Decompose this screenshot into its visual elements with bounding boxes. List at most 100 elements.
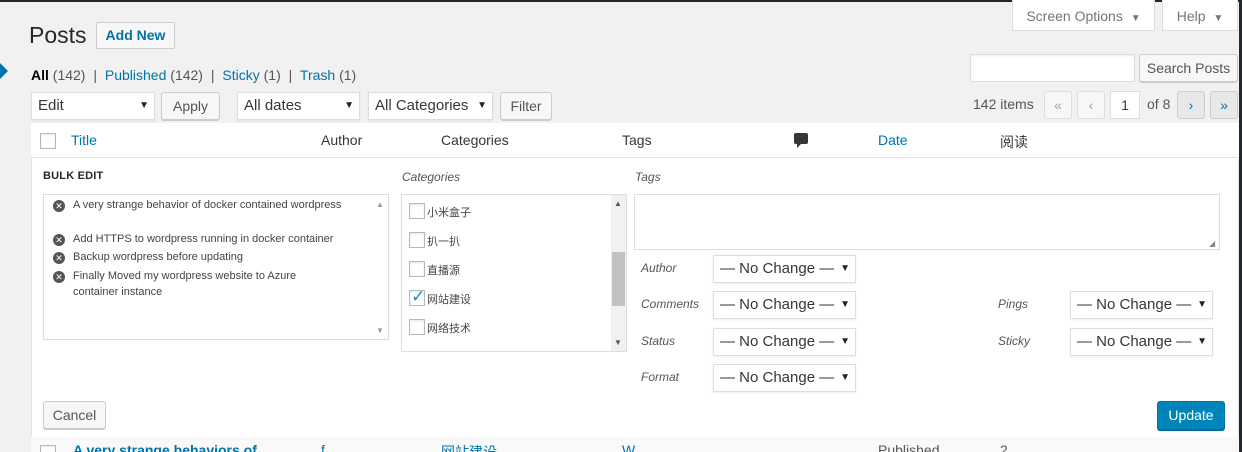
author-select-value: — No Change — (720, 260, 835, 277)
next-page-button[interactable]: › (1177, 91, 1205, 119)
view-sticky-link[interactable]: Sticky (222, 67, 259, 83)
row-tags[interactable]: W (622, 442, 635, 452)
post-status-filters: All (142) | Published (142) | Sticky (1)… (31, 67, 356, 83)
dropdown-arrow-icon: ▼ (840, 336, 850, 347)
bulk-action-value: Edit (38, 97, 64, 114)
dropdown-arrow-icon: ▼ (840, 299, 850, 310)
tags-textarea[interactable] (634, 194, 1220, 250)
scroll-down-icon[interactable]: ▼ (376, 326, 384, 335)
status-select-value: — No Change — (720, 333, 835, 350)
select-all-checkbox[interactable] (40, 133, 56, 149)
bulk-action-select[interactable]: Edit ▼ (31, 92, 155, 120)
total-pages: of 8 (1147, 96, 1171, 112)
scroll-up-icon[interactable]: ▲ (614, 199, 622, 208)
comments-select[interactable]: — No Change — ▼ (713, 291, 856, 319)
category-label: 小米盒子 (427, 207, 471, 219)
category-label: 直播源 (427, 265, 460, 277)
view-sticky-count: (1) (263, 67, 281, 83)
dropdown-arrow-icon: ▼ (477, 100, 487, 111)
view-published-link[interactable]: Published (105, 67, 167, 83)
help-label: Help (1176, 8, 1206, 24)
tags-label: Tags (635, 170, 661, 184)
format-label: Format (641, 370, 680, 384)
table-row: A very strange behaviors of f 网站建设 W Pub… (31, 437, 1239, 452)
remove-icon[interactable]: ✕ (53, 252, 65, 264)
row-date: Published (878, 442, 940, 452)
screen-options-tab[interactable]: Screen Options ▼ (1012, 0, 1155, 31)
bulk-titles-list: ✕ A very strange behavior of docker cont… (43, 194, 389, 340)
column-author: Author (321, 132, 363, 148)
row-author[interactable]: f (321, 442, 325, 452)
category-label: 网络技术 (427, 323, 471, 335)
date-filter-value: All dates (244, 97, 302, 114)
remove-icon[interactable]: ✕ (53, 234, 65, 246)
last-page-button[interactable]: » (1210, 91, 1238, 119)
pings-label: Pings (998, 297, 1029, 311)
author-label: Author (641, 261, 677, 275)
bulk-title-text: Add HTTPS to wordpress running in docker… (73, 233, 334, 245)
comments-icon[interactable] (794, 133, 808, 148)
bulk-title-item: ✕ Backup wordpress before updating (53, 249, 343, 265)
pings-select[interactable]: — No Change — ▼ (1070, 291, 1213, 319)
bulk-title-text: Finally Moved my wordpress website to Az… (73, 270, 297, 298)
column-title[interactable]: Title (71, 132, 97, 148)
dropdown-arrow-icon: ▼ (1197, 336, 1207, 347)
dropdown-arrow-icon: ▼ (1197, 299, 1207, 310)
column-date[interactable]: Date (878, 132, 908, 148)
filter-button[interactable]: Filter (500, 92, 552, 120)
remove-icon[interactable]: ✕ (53, 271, 65, 283)
row-checkbox[interactable] (40, 445, 56, 452)
sticky-select[interactable]: — No Change — ▼ (1070, 328, 1213, 356)
bulk-title-item: ✕ Finally Moved my wordpress website to … (53, 268, 343, 300)
status-label: Status (641, 334, 676, 348)
remove-icon[interactable]: ✕ (53, 200, 65, 212)
screen-options-label: Screen Options (1026, 8, 1123, 24)
apply-button[interactable]: Apply (161, 92, 220, 120)
category-checkbox[interactable] (409, 261, 425, 277)
search-posts-button[interactable]: Search Posts (1139, 54, 1238, 82)
caret-down-icon: ▼ (1130, 13, 1141, 24)
row-title-link[interactable]: A very strange behaviors of (73, 442, 257, 452)
category-scrollbar-thumb[interactable] (612, 252, 625, 306)
pings-select-value: — No Change — (1077, 296, 1192, 313)
view-trash-link[interactable]: Trash (300, 67, 335, 83)
checkmark-icon: ✓ (411, 287, 426, 306)
search-input[interactable] (970, 54, 1135, 82)
category-checkbox[interactable] (409, 203, 425, 219)
resize-handle-icon[interactable]: ◢ (1209, 239, 1215, 248)
add-new-button[interactable]: Add New (96, 22, 175, 49)
status-select[interactable]: — No Change — ▼ (713, 328, 856, 356)
date-filter-select[interactable]: All dates ▼ (237, 92, 360, 120)
view-trash-count: (1) (339, 67, 357, 83)
category-checkbox[interactable] (409, 319, 425, 335)
category-filter-value: All Categories (375, 97, 469, 114)
admin-menu-current-indicator (0, 63, 8, 79)
category-filter-select[interactable]: All Categories ▼ (368, 92, 493, 120)
bulk-title-item: ✕ Add HTTPS to wordpress running in dock… (53, 231, 343, 247)
row-category[interactable]: 网站建设 (441, 442, 497, 452)
sticky-label: Sticky (998, 334, 1031, 348)
separator: | (93, 67, 97, 83)
items-count: 142 items (973, 96, 1034, 112)
view-published-count: (142) (170, 67, 203, 83)
current-page-input[interactable]: 1 (1110, 91, 1140, 119)
author-select[interactable]: — No Change — ▼ (713, 255, 856, 283)
separator: | (210, 67, 215, 83)
dropdown-arrow-icon: ▼ (840, 263, 850, 274)
category-checkbox[interactable] (409, 232, 425, 248)
separator: | (288, 67, 293, 83)
view-all-link[interactable]: All (31, 67, 49, 83)
cancel-button[interactable]: Cancel (43, 401, 106, 429)
bulk-edit-heading: BULK EDIT (43, 170, 104, 182)
dropdown-arrow-icon: ▼ (344, 100, 354, 111)
category-checkbox-checked[interactable]: ✓ (409, 287, 426, 306)
help-tab[interactable]: Help ▼ (1162, 0, 1238, 31)
format-select[interactable]: — No Change — ▼ (713, 364, 856, 392)
category-label: 扒一扒 (427, 236, 460, 248)
bulk-title-text: Backup wordpress before updating (73, 251, 243, 263)
update-button[interactable]: Update (1157, 401, 1225, 430)
scroll-up-icon[interactable]: ▲ (376, 200, 384, 209)
categories-label: Categories (402, 170, 461, 184)
category-label: 网站建设 (427, 294, 471, 306)
scroll-down-icon[interactable]: ▼ (614, 338, 622, 347)
